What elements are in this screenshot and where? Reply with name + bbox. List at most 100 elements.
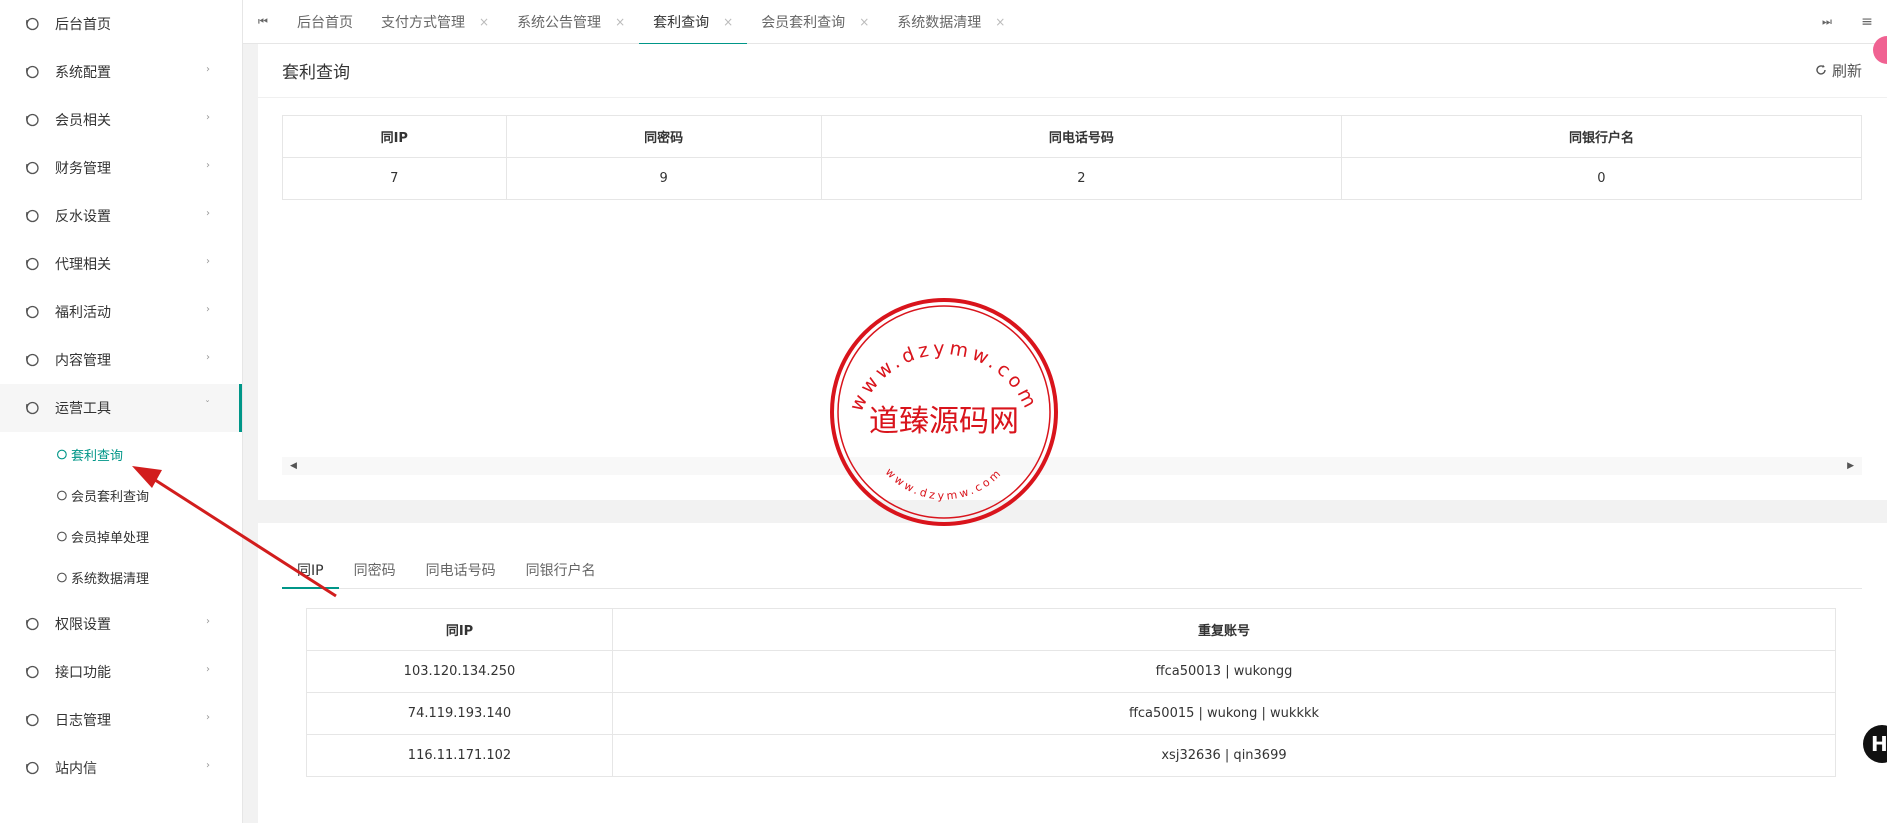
horizontal-scrollbar[interactable]: ◀ ▶ [282, 457, 1862, 475]
table-cell: 116.11.171.102 [306, 734, 613, 777]
circle-icon [24, 160, 40, 176]
sidebar-item-label: 福利活动 [55, 305, 111, 321]
tab-announcements[interactable]: 系统公告管理 × [503, 0, 639, 44]
chevron-right-icon: › [206, 304, 210, 315]
sidebar-item-welfare[interactable]: 福利活动 › [0, 288, 242, 336]
sidebar-subitem-label: 会员掉单处理 [71, 531, 150, 546]
tab-payment-methods[interactable]: 支付方式管理 × [367, 0, 503, 44]
circle-icon [56, 531, 67, 542]
close-icon[interactable]: × [723, 15, 733, 29]
close-icon[interactable]: × [995, 15, 1005, 29]
refresh-icon [1815, 62, 1827, 80]
sidebar-item-label: 运营工具 [55, 401, 111, 417]
sidebar-item-label: 反水设置 [55, 209, 111, 225]
close-icon[interactable]: × [859, 15, 869, 29]
circle-icon [24, 400, 40, 416]
table-row: 116.11.171.102 xsj32636 | qin3699 [306, 734, 1836, 777]
sidebar-item-api[interactable]: 接口功能 › [0, 648, 242, 696]
tab-same-password[interactable]: 同密码 [339, 553, 411, 588]
circle-icon [24, 712, 40, 728]
tab-same-phone[interactable]: 同电话号码 [411, 553, 511, 588]
chevron-right-icon: › [206, 616, 210, 627]
sidebar-subitem-dropped-orders[interactable]: 会员掉单处理 [0, 516, 242, 557]
column-header: 同IP [306, 608, 613, 651]
chevron-right-icon: › [206, 256, 210, 267]
summary-table: 同IP 同密码 同电话号码 同银行户名 7 9 2 0 [282, 115, 1863, 200]
tab-same-ip[interactable]: 同IP [282, 553, 339, 589]
table-cell: 7 [282, 157, 507, 200]
refresh-button[interactable]: 刷新 [1815, 60, 1862, 81]
seal-center-text: 道臻源码网 [869, 404, 1019, 439]
sidebar-subitem-label: 会员套利查询 [71, 490, 150, 505]
summary-card: 套利查询 刷新 同IP 同密码 同电话号码 同银行户名 7 9 2 0 ◀ ▶ [258, 44, 1887, 500]
sidebar-item-system-config[interactable]: 系统配置 › [0, 48, 242, 96]
scroll-right-icon[interactable]: ▶ [1847, 461, 1854, 471]
table-header-row: 同IP 同密码 同电话号码 同银行户名 [282, 115, 1863, 158]
detail-table: 同IP 重复账号 103.120.134.250 ffca50013 | wuk… [306, 608, 1836, 777]
chevron-right-icon: › [206, 664, 210, 675]
tab-label: 支付方式管理 [381, 14, 465, 31]
scroll-left-icon[interactable]: ◀ [290, 461, 297, 471]
column-header: 同IP [282, 115, 507, 158]
sidebar-item-label: 接口功能 [55, 665, 111, 681]
tab-label: 套利查询 [653, 14, 710, 31]
column-header: 重复账号 [612, 608, 1836, 651]
chevron-right-icon: › [206, 760, 210, 771]
chevron-right-icon: › [206, 112, 210, 123]
close-icon[interactable]: × [615, 15, 625, 29]
sidebar-item-finance[interactable]: 财务管理 › [0, 144, 242, 192]
tab-data-cleanup[interactable]: 系统数据清理 × [883, 0, 1019, 44]
sidebar-item-messages[interactable]: 站内信 › [0, 744, 242, 792]
table-cell: 2 [820, 157, 1342, 200]
tab-label: 会员套利查询 [761, 14, 846, 31]
column-header: 同电话号码 [820, 115, 1342, 158]
sidebar-item-agents[interactable]: 代理相关 › [0, 240, 242, 288]
circle-icon [24, 760, 40, 776]
sidebar-item-logs[interactable]: 日志管理 › [0, 696, 242, 744]
table-row: 103.120.134.250 ffca50013 | wukongg [306, 650, 1836, 693]
table-cell: 74.119.193.140 [306, 692, 613, 735]
sidebar-item-home[interactable]: 后台首页 [0, 0, 242, 48]
table-cell: ffca50015 | wukong | wukkkk [612, 692, 1836, 735]
sidebar-item-label: 日志管理 [55, 713, 111, 729]
sidebar-item-members[interactable]: 会员相关 › [0, 96, 242, 144]
tab-bar: ⏮ 后台首页 支付方式管理 × 系统公告管理 × 套利查询 × 会员套利查询 × 系统数… [243, 0, 1887, 45]
tab-label: 后台首页 [297, 14, 353, 31]
tab-arbitrage-query[interactable]: 套利查询 × [639, 0, 748, 45]
circle-icon [24, 112, 40, 128]
sidebar-item-label: 代理相关 [55, 257, 111, 273]
tab-bar-right-controls: ⏭ ≡ [1807, 0, 1887, 44]
tab-home[interactable]: 后台首页 [283, 0, 367, 44]
circle-icon [24, 616, 40, 632]
circle-icon [24, 208, 40, 224]
tab-member-arbitrage[interactable]: 会员套利查询 × [747, 0, 883, 44]
chevron-right-icon: › [206, 160, 210, 171]
sidebar-subitem-arbitrage-query[interactable]: 套利查询 [0, 434, 242, 475]
sidebar-item-content[interactable]: 内容管理 › [0, 336, 242, 384]
chevron-right-icon: › [206, 352, 210, 363]
detail-card: 同IP 同密码 同电话号码 同银行户名 同IP 重复账号 103.120.134… [258, 523, 1887, 823]
sidebar: 后台首页 系统配置 › 会员相关 › 财务管理 › 反水设置 › 代理相关 › … [0, 0, 243, 823]
sidebar-subitem-label: 套利查询 [71, 449, 124, 464]
circle-icon [24, 16, 40, 32]
sidebar-item-operations[interactable]: 运营工具 ˇ [0, 384, 242, 432]
tab-same-bank-name[interactable]: 同银行户名 [511, 553, 611, 588]
sidebar-item-label: 系统配置 [55, 65, 111, 81]
close-icon[interactable]: × [479, 15, 489, 29]
circle-icon [24, 64, 40, 80]
seal-ring-text-bottom: www.dzymw.com [883, 465, 1005, 502]
detail-tabs: 同IP 同密码 同电话号码 同银行户名 [282, 553, 1862, 589]
watermark-seal: www.dzymw.com 道臻源码网 www.dzymw.com [830, 298, 1058, 526]
tab-scroll-left-button[interactable]: ⏮ [243, 0, 283, 44]
circle-icon [24, 664, 40, 680]
sidebar-item-label: 内容管理 [55, 353, 111, 369]
sidebar-item-rebate[interactable]: 反水设置 › [0, 192, 242, 240]
sidebar-subitem-data-cleanup[interactable]: 系统数据清理 [0, 557, 242, 598]
sidebar-subitem-member-arbitrage[interactable]: 会员套利查询 [0, 475, 242, 516]
sidebar-submenu: 套利查询 会员套利查询 会员掉单处理 系统数据清理 [0, 432, 242, 600]
sidebar-item-label: 站内信 [55, 761, 97, 777]
table-row: 7 9 2 0 [282, 157, 1863, 200]
tab-scroll-right-button[interactable]: ⏭ [1807, 0, 1847, 44]
sidebar-item-permissions[interactable]: 权限设置 › [0, 600, 242, 648]
circle-icon [56, 449, 67, 460]
